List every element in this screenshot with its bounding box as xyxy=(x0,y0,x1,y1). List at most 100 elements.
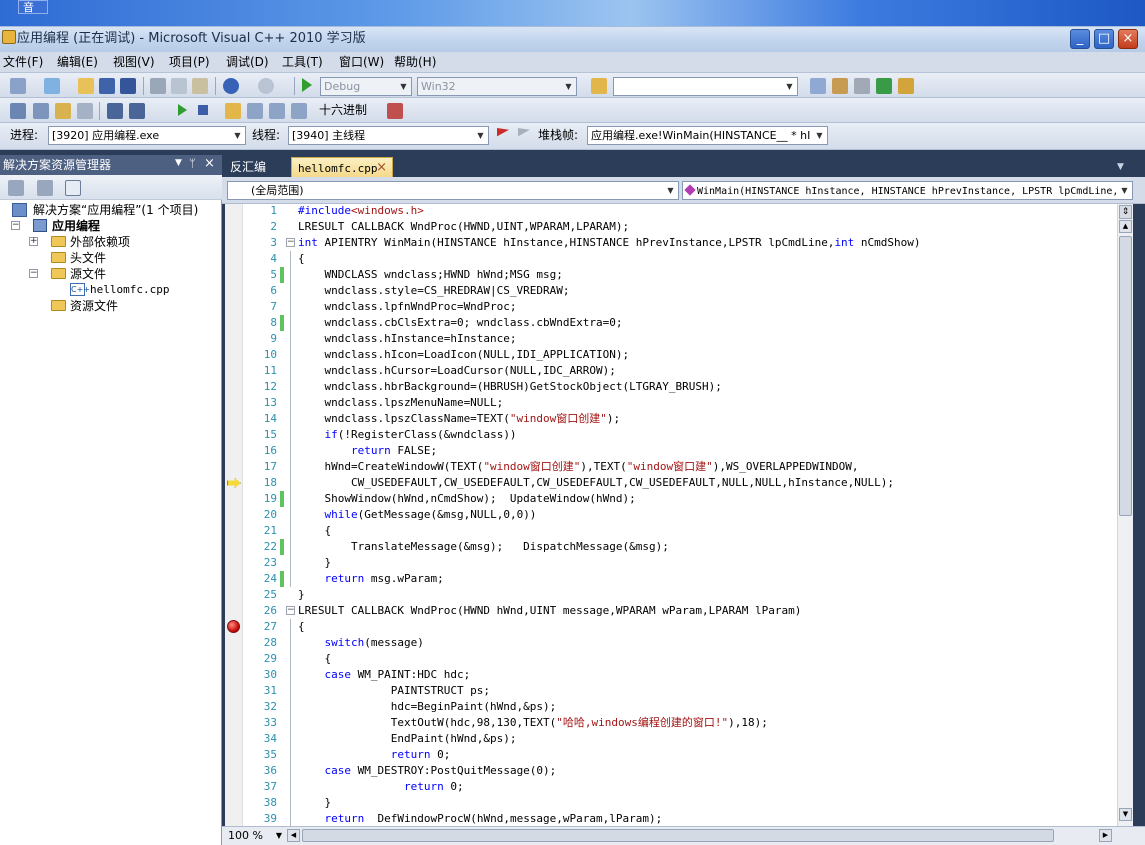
tree-item-source-files[interactable]: 源文件 xyxy=(70,266,106,282)
code-line[interactable]: { xyxy=(298,651,331,667)
find-icon[interactable] xyxy=(810,78,826,94)
show-next-statement-icon[interactable] xyxy=(225,103,241,119)
code-line[interactable]: hWnd=CreateWindowW(TEXT("window窗口创建"),TE… xyxy=(298,459,858,475)
code-line[interactable]: EndPaint(hWnd,&ps); xyxy=(298,731,517,747)
code-line[interactable]: WNDCLASS wndclass;HWND hWnd;MSG msg; xyxy=(298,267,562,283)
panel-close-icon[interactable]: × xyxy=(204,156,215,171)
code-line[interactable]: return 0; xyxy=(298,779,464,795)
code-line[interactable]: CW_USEDEFAULT,CW_USEDEFAULT,CW_USEDEFAUL… xyxy=(298,475,894,491)
code-line[interactable]: TextOutW(hdc,98,130,TEXT("哈哈,windows编程创建… xyxy=(298,715,768,731)
step-out-icon[interactable] xyxy=(55,103,71,119)
collapse-region-icon[interactable]: − xyxy=(286,606,295,615)
pin-icon[interactable]: ᛘ xyxy=(189,157,196,170)
tab-list-dropdown-icon[interactable]: ▼ xyxy=(1117,162,1124,172)
menu-view[interactable]: 视图(V) xyxy=(110,52,158,73)
cut-icon[interactable] xyxy=(150,78,166,94)
code-line[interactable]: wndclass.hIcon=LoadIcon(NULL,IDI_APPLICA… xyxy=(298,347,629,363)
code-line[interactable]: TranslateMessage(&msg); DispatchMessage(… xyxy=(298,539,669,555)
code-line[interactable]: PAINTSTRUCT ps; xyxy=(298,683,490,699)
maximize-button[interactable]: □ xyxy=(1094,29,1114,49)
code-line[interactable]: int APIENTRY WinMain(HINSTANCE hInstance… xyxy=(298,235,921,251)
project-node[interactable]: 应用编程 xyxy=(52,218,100,234)
zoom-select[interactable]: 100 % ▼ xyxy=(228,828,284,844)
code-line[interactable]: wndclass.hInstance=hInstance; xyxy=(298,331,516,347)
export-icon[interactable] xyxy=(876,78,892,94)
undo-icon[interactable] xyxy=(223,78,239,94)
menu-file[interactable]: 文件(F) xyxy=(0,52,46,73)
start-debugging-icon[interactable] xyxy=(302,78,312,92)
show-all-files-icon[interactable] xyxy=(37,180,53,196)
step-into-specific-icon[interactable] xyxy=(247,103,263,119)
tab-disassembly[interactable]: 反汇编 xyxy=(224,157,272,177)
code-line[interactable]: wndclass.lpszMenuName=NULL; xyxy=(298,395,503,411)
scroll-down-icon[interactable]: ▼ xyxy=(1119,808,1132,821)
code-line[interactable]: } xyxy=(298,795,331,811)
continue-icon[interactable] xyxy=(178,104,187,116)
step-into-icon[interactable] xyxy=(10,103,26,119)
indent-icon[interactable] xyxy=(107,103,123,119)
tree-item-external-dependencies[interactable]: 外部依赖项 xyxy=(70,234,130,250)
breakpoint-icon[interactable] xyxy=(227,620,240,633)
close-button[interactable]: × xyxy=(1118,29,1138,49)
paste-icon[interactable] xyxy=(192,78,208,94)
code-line[interactable]: case WM_DESTROY:PostQuitMessage(0); xyxy=(298,763,557,779)
tab-close-icon[interactable]: × xyxy=(376,158,387,178)
code-line[interactable]: wndclass.hCursor=LoadCursor(NULL,IDC_ARR… xyxy=(298,363,615,379)
stack-frame-select[interactable]: 应用编程.exe!WinMain(HINSTANCE__ * hI ▼ xyxy=(587,126,828,145)
code-line[interactable]: } xyxy=(298,555,331,571)
tree-item-hellomfc-cpp[interactable]: hellomfc.cpp xyxy=(90,282,169,298)
code-line[interactable]: return FALSE; xyxy=(298,443,437,459)
code-line[interactable]: { xyxy=(298,523,331,539)
indicator-margin[interactable] xyxy=(225,204,243,826)
desktop-taskbar-label[interactable]: 音 xyxy=(18,0,48,14)
properties-icon[interactable] xyxy=(8,180,24,196)
solution-config-select[interactable]: Debug ▼ xyxy=(320,77,412,96)
autos-icon[interactable] xyxy=(77,103,93,119)
copy-icon[interactable] xyxy=(171,78,187,94)
code-line[interactable]: #include<windows.h> xyxy=(298,203,424,219)
member-select[interactable]: WinMain(HINSTANCE hInstance, HINSTANCE h… xyxy=(682,181,1133,200)
minimize-button[interactable]: _ xyxy=(1070,29,1090,49)
horizontal-scroll-thumb[interactable] xyxy=(302,829,1054,842)
menu-tools[interactable]: 工具(T) xyxy=(279,52,326,73)
code-line[interactable]: return 0; xyxy=(298,747,451,763)
hex-display-button[interactable]: 十六进制 xyxy=(319,101,367,120)
tree-item-resource-files[interactable]: 资源文件 xyxy=(70,298,118,314)
menu-help[interactable]: 帮助(H) xyxy=(391,52,439,73)
open-file-icon[interactable] xyxy=(78,78,94,94)
collapse-icon[interactable]: − xyxy=(11,221,20,230)
code-line[interactable]: wndclass.hbrBackground=(HBRUSH)GetStockO… xyxy=(298,379,721,395)
outdent-icon[interactable] xyxy=(129,103,145,119)
menu-edit[interactable]: 编辑(E) xyxy=(54,52,101,73)
stop-icon[interactable] xyxy=(198,105,208,115)
code-line[interactable]: LRESULT CALLBACK WndProc(HWND,UINT,WPARA… xyxy=(298,219,629,235)
find-in-files-icon[interactable] xyxy=(591,78,607,94)
scroll-left-icon[interactable]: ◀ xyxy=(287,829,300,842)
scroll-up-icon[interactable]: ▲ xyxy=(1119,220,1132,233)
code-line[interactable]: wndclass.lpfnWndProc=WndProc; xyxy=(298,299,516,315)
code-line[interactable]: wndclass.style=CS_HREDRAW|CS_VREDRAW; xyxy=(298,283,569,299)
breakpoints-icon[interactable] xyxy=(387,103,403,119)
save-icon[interactable] xyxy=(99,78,115,94)
properties-icon[interactable] xyxy=(832,78,848,94)
menu-window[interactable]: 窗口(W) xyxy=(336,52,387,73)
code-line[interactable]: { xyxy=(298,619,305,635)
code-line[interactable]: } xyxy=(298,587,305,603)
tools-icon[interactable] xyxy=(854,78,870,94)
collapse-region-icon[interactable]: − xyxy=(286,238,295,247)
save-all-icon[interactable] xyxy=(120,78,136,94)
new-project-icon[interactable] xyxy=(10,78,26,94)
platform-select[interactable]: Win32 ▼ xyxy=(417,77,577,96)
thread-select[interactable]: [3940] 主线程 ▼ xyxy=(288,126,489,145)
extension-icon[interactable] xyxy=(898,78,914,94)
code-line[interactable]: wndclass.cbClsExtra=0; wndclass.cbWndExt… xyxy=(298,315,622,331)
code-line[interactable]: while(GetMessage(&msg,NULL,0,0)) xyxy=(298,507,537,523)
solution-node[interactable]: 解决方案“应用编程”(1 个项目) xyxy=(33,202,198,218)
menu-project[interactable]: 项目(P) xyxy=(166,52,213,73)
split-handle-icon[interactable]: ⇕ xyxy=(1119,205,1132,219)
vertical-scrollbar[interactable]: ⇕ ▲ ▼ xyxy=(1117,204,1133,826)
add-item-icon[interactable] xyxy=(44,78,60,94)
step-over-icon[interactable] xyxy=(33,103,49,119)
code-line[interactable]: ShowWindow(hWnd,nCmdShow); UpdateWindow(… xyxy=(298,491,635,507)
tab-hellomfc-cpp[interactable]: hellomfc.cpp × xyxy=(291,157,393,177)
